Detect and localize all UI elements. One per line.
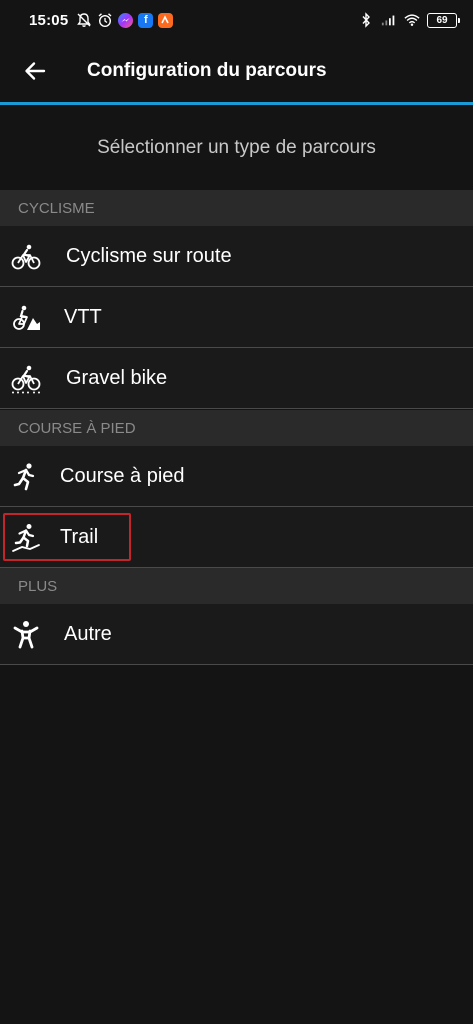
list-item-label: Cyclisme sur route (66, 244, 232, 267)
running-icon (10, 461, 42, 493)
arrow-left-icon (24, 61, 46, 81)
status-time: 15:05 (29, 11, 69, 29)
course-type-prompt: Sélectionner un type de parcours (97, 136, 376, 158)
list-item-label: Trail (60, 525, 99, 548)
road-bike-icon (10, 241, 42, 273)
list-item-other[interactable]: Autre (0, 604, 473, 665)
list-item-running[interactable]: Course à pied (0, 446, 473, 507)
list-item-label: Autre (64, 622, 112, 645)
list-item-label: Gravel bike (66, 366, 168, 389)
status-system-icons: 69 (358, 12, 460, 28)
battery-icon: 69 (427, 12, 460, 28)
status-bar: 15:05 f 69 (0, 0, 473, 40)
trail-running-icon (10, 522, 42, 554)
battery-level: 69 (436, 14, 448, 26)
mountain-bike-icon (10, 302, 42, 334)
list-item-mountain-bike[interactable]: VTT (0, 287, 473, 348)
list-item-label: VTT (64, 305, 102, 328)
app-bar: Configuration du parcours (0, 40, 473, 102)
messenger-icon (118, 12, 134, 28)
alarm-icon (97, 12, 113, 28)
facebook-icon: f (138, 12, 154, 28)
strava-icon (158, 12, 174, 28)
gravel-bike-icon (10, 363, 42, 395)
list-item-road-cycling[interactable]: Cyclisme sur route (0, 226, 473, 287)
page-title: Configuration du parcours (87, 60, 327, 81)
list-item-gravel-bike[interactable]: Gravel bike (0, 348, 473, 409)
bluetooth-icon (358, 12, 374, 28)
wifi-icon (404, 12, 420, 28)
section-header-plus: PLUS (0, 568, 473, 604)
notifications-off-icon (76, 12, 92, 28)
back-button[interactable] (0, 40, 70, 102)
section-header-cyclisme: CYCLISME (0, 190, 473, 226)
list-item-trail[interactable]: Trail (0, 507, 473, 568)
status-notification-icons: f (76, 12, 174, 28)
person-icon (10, 619, 42, 651)
signal-icon (381, 12, 397, 28)
section-header-course-a-pied: COURSE À PIED (0, 410, 473, 446)
list-item-label: Course à pied (60, 464, 185, 487)
